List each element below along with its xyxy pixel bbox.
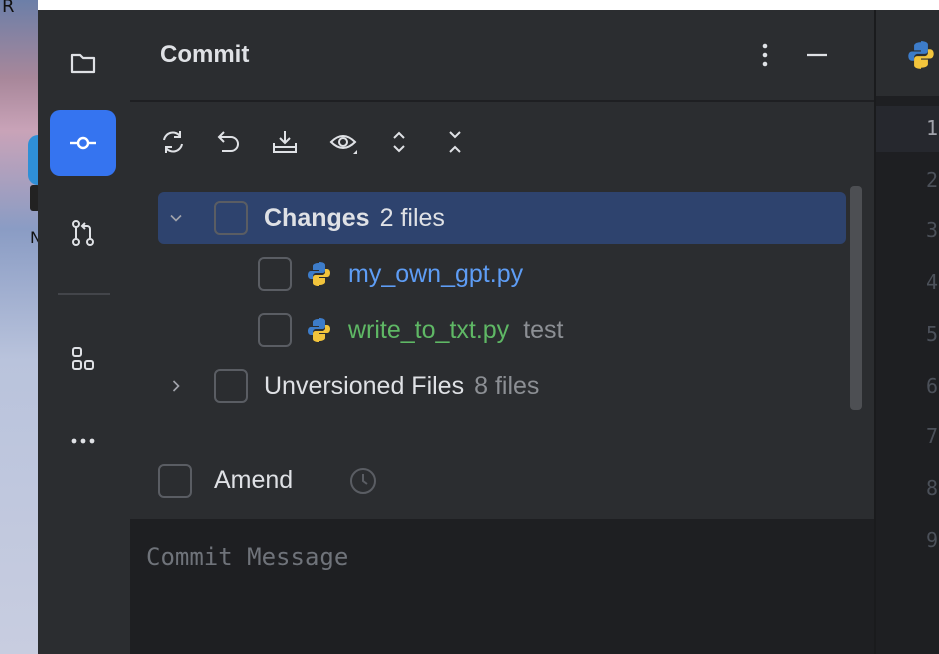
panel-title: Commit bbox=[160, 41, 250, 68]
pull-requests-tool-button[interactable] bbox=[50, 200, 116, 266]
file-row[interactable]: write_to_txt.py test bbox=[158, 304, 846, 356]
desktop-icon bbox=[28, 135, 38, 185]
tool-window-strip bbox=[38, 10, 130, 654]
desktop-wallpaper: R N bbox=[0, 0, 38, 654]
pull-request-icon bbox=[72, 220, 94, 246]
chevron-right-icon[interactable] bbox=[164, 374, 188, 398]
rollback-icon bbox=[217, 131, 239, 152]
more-horizontal-icon bbox=[71, 438, 95, 444]
editor-tab-bar bbox=[876, 10, 939, 96]
expand-all-button[interactable] bbox=[380, 122, 418, 162]
python-file-icon[interactable] bbox=[906, 40, 936, 70]
line-number: 5 bbox=[926, 322, 939, 346]
refresh-button[interactable] bbox=[154, 122, 192, 162]
preview-diff-button[interactable] bbox=[324, 122, 362, 162]
line-number: 3 bbox=[926, 218, 939, 242]
line-number: 9 bbox=[926, 528, 939, 552]
line-number: 4 bbox=[926, 270, 939, 294]
tree-scrollbar[interactable] bbox=[850, 186, 862, 410]
rollback-button[interactable] bbox=[210, 122, 248, 162]
file-row[interactable]: my_own_gpt.py bbox=[158, 248, 846, 300]
collapse-all-button[interactable] bbox=[436, 122, 474, 162]
eye-icon bbox=[329, 135, 357, 154]
python-file-icon bbox=[308, 318, 330, 342]
line-number: 2 bbox=[926, 168, 939, 192]
commit-panel: Commit Changes 2 files my_own_gpt.py wri… bbox=[130, 10, 874, 654]
structure-tool-button[interactable] bbox=[50, 326, 116, 392]
file-name: my_own_gpt.py bbox=[348, 260, 524, 288]
commit-icon bbox=[70, 136, 96, 150]
desktop-corner-text: R bbox=[2, 0, 15, 17]
ide-window: Commit Changes 2 files my_own_gpt.py wri… bbox=[38, 10, 939, 654]
file-note: test bbox=[523, 316, 564, 344]
file-label: my_own_gpt.py bbox=[348, 260, 537, 289]
toolstrip-separator bbox=[58, 293, 110, 295]
unversioned-group-row[interactable]: Unversioned Files 8 files bbox=[158, 360, 846, 412]
editor-area: 1 2 3 4 5 6 7 8 9 bbox=[874, 10, 939, 654]
project-tool-button[interactable] bbox=[50, 30, 116, 96]
clock-icon[interactable] bbox=[346, 464, 380, 498]
python-file-icon bbox=[308, 262, 330, 286]
hide-panel-button[interactable] bbox=[802, 40, 832, 70]
structure-icon bbox=[72, 347, 94, 370]
line-number: 8 bbox=[926, 476, 939, 500]
shelve-icon bbox=[273, 131, 297, 153]
more-vertical-icon bbox=[762, 43, 768, 67]
commit-message-field[interactable]: Commit Message bbox=[130, 519, 874, 654]
minimize-icon bbox=[807, 53, 827, 57]
changes-checkbox[interactable] bbox=[214, 201, 248, 235]
amend-checkbox[interactable] bbox=[158, 464, 192, 498]
changes-label: Changes bbox=[264, 204, 370, 232]
commit-tool-button[interactable] bbox=[50, 110, 116, 176]
file-name: write_to_txt.py bbox=[348, 316, 510, 344]
folder-icon bbox=[70, 53, 96, 74]
unversioned-count: 8 files bbox=[474, 372, 540, 400]
line-number: 1 bbox=[926, 116, 939, 140]
line-number: 6 bbox=[926, 374, 939, 398]
unversioned-label: Unversioned Files bbox=[264, 372, 465, 400]
file-checkbox[interactable] bbox=[258, 257, 292, 291]
expand-all-icon bbox=[393, 131, 405, 153]
unversioned-checkbox[interactable] bbox=[214, 369, 248, 403]
desktop-icon-dark bbox=[30, 185, 38, 211]
options-button[interactable] bbox=[750, 40, 780, 70]
changes-group-row[interactable]: Changes 2 files bbox=[158, 192, 846, 244]
amend-row: Amend bbox=[158, 458, 558, 508]
commit-panel-header: Commit bbox=[130, 10, 874, 102]
amend-label[interactable]: Amend bbox=[214, 466, 293, 495]
shelve-button[interactable] bbox=[266, 122, 304, 162]
changes-count: 2 files bbox=[379, 204, 445, 232]
more-tools-button[interactable] bbox=[50, 408, 116, 474]
unversioned-group-label: Unversioned Files 8 files bbox=[264, 372, 539, 401]
file-checkbox[interactable] bbox=[258, 313, 292, 347]
changes-group-label: Changes 2 files bbox=[264, 204, 445, 233]
line-number: 7 bbox=[926, 424, 939, 448]
collapse-all-icon bbox=[449, 131, 461, 153]
refresh-icon bbox=[163, 131, 183, 153]
file-label: write_to_txt.py test bbox=[348, 316, 563, 345]
commit-toolbar bbox=[154, 122, 494, 162]
commit-message-placeholder: Commit Message bbox=[146, 543, 349, 571]
chevron-down-icon[interactable] bbox=[164, 206, 188, 230]
desktop-side-text: N bbox=[30, 228, 38, 247]
